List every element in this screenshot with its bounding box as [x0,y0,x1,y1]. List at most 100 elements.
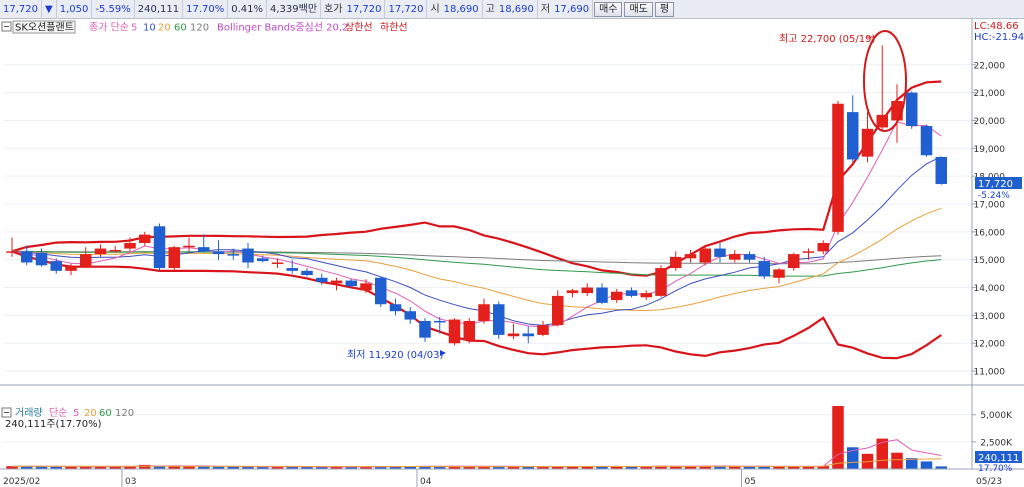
price-tick-label: 16,000 [974,228,1006,238]
volume-bar [920,461,933,469]
candle-body [65,266,77,271]
candle-body [566,290,579,294]
low-label: 저 [540,3,551,15]
candle-body [242,248,254,263]
candle-body [257,258,269,262]
buy-button[interactable]: 매수 [594,1,623,17]
change-value: 1,050 [57,0,93,19]
ma-legend-10: 10 [143,23,156,34]
candle-body [183,245,195,248]
current-volume-pct-label: 17.70% [978,464,1013,474]
eval-button[interactable]: 평 [654,1,675,17]
candle-body [50,261,62,271]
candle-body [139,234,151,243]
candle-body [463,320,475,341]
candle-body [847,112,859,160]
high-price: 18,690 [496,0,538,19]
candle-body [581,287,593,294]
ask-price: 17,720 [385,0,428,19]
candle-body [920,126,933,156]
candle-body [109,249,121,252]
candle-body [832,103,844,232]
ma-legend-60: 60 [174,23,187,34]
hc-label: HC:-21.94 [974,32,1024,43]
candle-body [478,304,490,321]
volume-ma-title: 단순 [49,407,67,419]
x-tick-label: 2025/02 [3,477,40,487]
change-percent: -5.59% [92,0,135,19]
candle-body [729,254,741,260]
candle-body [906,92,918,127]
candle-body [611,291,623,301]
candle-body [640,293,652,298]
x-tick-label: 05 [745,477,756,487]
bb-legend-title: Bollinger Bands중심선 20,2 [217,22,348,34]
price-legend: SK오션플랜트 종가 단순 5 10 20 60 120 Bollinger B… [1,20,408,34]
candle-body [124,242,136,249]
candle-body [743,254,756,260]
candle-body [655,268,667,296]
price-tick-label: 12,000 [974,340,1006,350]
candle-body [360,283,372,291]
price-tick-label: 13,000 [974,312,1006,322]
volume-ma-60: 60 [99,408,112,419]
volume-ma-20: 20 [84,408,97,419]
volume-value: 240,111 [135,0,184,19]
current-price: 17,720 [0,0,42,19]
volume-tick-label: 5,000K [980,411,1013,421]
volume-ma-120: 120 [115,408,134,419]
stock-chart[interactable]: 11,000 12,000 13,000 14,000 15,000 16,000 17,0… [0,19,1024,487]
volume-current: 240,111주(17.70%) [5,419,102,430]
candle-body [94,248,107,255]
bb-legend-upper: 상한선 [345,22,373,34]
high-annotation: 최고 22,700 (05/19) [779,33,875,45]
candle-body [788,254,800,269]
candle-body [773,269,785,278]
candle-body [434,320,446,323]
candle-body [271,262,284,264]
candle-body [714,248,726,257]
price-tick-label: 19,000 [974,145,1006,155]
candle-body [758,261,770,277]
x-tick-label: 03 [125,477,136,487]
bb-legend-lower: 하한선 [380,21,408,34]
candle-body [684,254,697,259]
low-price: 17,690 [551,0,594,19]
volume-bar [891,452,903,469]
ma-legend-20: 20 [158,23,171,34]
volume-title: 거래량 [15,407,43,419]
stock-name[interactable]: SK오션플랜트 [15,22,74,34]
candle-body [625,290,638,296]
volume-bar [832,406,844,469]
candle-body [596,287,608,303]
candle-body [227,254,239,256]
turnover-percent: 0.41% [228,0,268,19]
change-arrow-icon: ▼ [42,0,57,19]
candle-body [802,251,815,253]
quote-bar: 17,720 ▼ 1,050 -5.59% 240,111 17.70% 0.4… [0,0,1024,19]
candle-body [198,247,210,252]
open-price: 18,690 [441,0,483,19]
price-tick-label: 20,000 [974,117,1006,127]
volume-bar [139,464,151,469]
price-tick-label: 21,000 [974,89,1006,99]
low-annotation: 최저 11,920 (04/03) [347,349,443,361]
candle-body [493,304,505,335]
ma-legend-5: 5 [131,23,137,34]
x-tick-label: 05/23 [976,477,1002,487]
volume-ma-5: 5 [73,408,79,419]
candle-body [552,295,564,326]
current-volume-label: 240,111 [978,453,1019,464]
sell-button[interactable]: 매도 [624,1,653,17]
candle-body [699,248,711,263]
ma-legend-title: 종가 단순 [89,22,129,34]
volume-tick-label: 2,500K [980,438,1013,448]
candle-body [6,251,18,253]
price-tick-label: 15,000 [974,256,1006,266]
candle-body [168,247,180,269]
quote-label: 호가 [324,3,343,15]
candle-body [316,277,328,282]
candle-body [817,242,829,252]
candle-body [389,304,402,312]
candle-body [375,277,387,305]
